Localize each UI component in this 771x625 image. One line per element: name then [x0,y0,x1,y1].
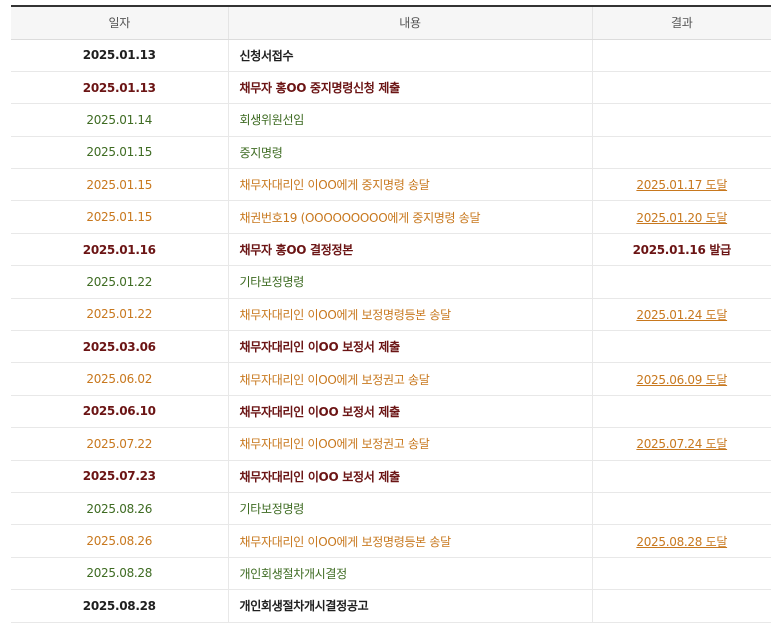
row-content: 신청서접수 [227,39,592,72]
row-content: 개인회생절차개시결정공고 [227,589,592,623]
row-content: 기타보정명령 [227,265,592,299]
table-row: 2025.08.26 채무자대리인 이OO에게 보정명령등본 송달 2025.08.… [11,524,771,558]
row-date: 2025.07.22 [11,427,228,461]
row-content: 기타보정명령 [227,492,592,526]
delivery-result-link[interactable]: 2025.08.28 도달 [636,535,727,549]
row-result-cell [591,103,771,137]
row-content: 채무자대리인 이OO에게 보정권고 송달 [227,362,592,396]
table-row: 2025.01.13 신청서접수 [11,39,771,72]
case-progress-table: 일자 내용 결과 2025.01.13 신청서접수 2025.01.13 채무자 홍O… [11,5,771,623]
table-row: 2025.03.06 채무자대리인 이OO 보정서 제출 [11,330,771,364]
issue-result-text: 2025.01.16 발급 [632,243,732,258]
row-result-cell[interactable]: 2025.01.20 도달 [591,200,771,234]
row-content: 채권번호19 (OOOOOOOOO에게 중지명령 송달 [227,200,592,234]
table-row: 2025.06.02 채무자대리인 이OO에게 보정권고 송달 2025.06.09… [11,362,771,396]
delivery-result-link[interactable]: 2025.06.09 도달 [636,373,727,387]
table-row: 2025.07.22 채무자대리인 이OO에게 보정권고 송달 2025.07.24… [11,427,771,461]
row-date: 2025.01.15 [11,200,228,234]
row-result-cell: 2025.01.16 발급 [591,233,771,267]
row-date: 2025.08.28 [11,589,228,623]
row-date: 2025.06.02 [11,362,228,396]
date-column-header: 일자 [11,5,228,40]
delivery-result-link[interactable]: 2025.01.24 도달 [636,308,727,322]
row-result-cell [591,395,771,429]
table-header: 일자 내용 결과 [11,5,771,40]
row-result-cell [591,136,771,170]
row-content: 채무자 홍OO 결정정본 [227,233,592,267]
row-content: 개인회생절차개시결정 [227,557,592,591]
row-date: 2025.01.13 [11,39,228,72]
row-date: 2025.07.23 [11,460,228,493]
delivery-result-link[interactable]: 2025.01.17 도달 [636,178,727,192]
row-date: 2025.01.22 [11,298,228,332]
table-row: 2025.08.28 개인회생절차개시결정 [11,557,771,591]
table-row: 2025.01.15 중지명령 [11,136,771,170]
row-date: 2025.01.22 [11,265,228,299]
result-column-header: 결과 [591,5,771,40]
row-date: 2025.08.26 [11,492,228,526]
table-row: 2025.01.16 채무자 홍OO 결정정본 2025.01.16 발급 [11,233,771,267]
row-content: 채무자대리인 이OO 보정서 제출 [227,330,592,364]
row-result-cell[interactable]: 2025.06.09 도달 [591,362,771,396]
table-row: 2025.08.26 기타보정명령 [11,492,771,526]
content-column-header: 내용 [227,5,592,40]
table-row: 2025.01.13 채무자 홍OO 중지명령신청 제출 [11,71,771,105]
row-result-cell [591,460,771,493]
row-date: 2025.06.10 [11,395,228,429]
row-date: 2025.01.15 [11,168,228,202]
table-row: 2025.06.10 채무자대리인 이OO 보정서 제출 [11,395,771,429]
row-result-cell [591,39,771,72]
row-date: 2025.01.15 [11,136,228,170]
row-result-cell [591,71,771,105]
table-row: 2025.01.15 채권번호19 (OOOOOOOOO에게 중지명령 송달 202… [11,200,771,234]
delivery-result-link[interactable]: 2025.01.20 도달 [636,211,727,225]
case-progress-panel: 일자 내용 결과 2025.01.13 신청서접수 2025.01.13 채무자 홍O… [11,5,771,623]
row-content: 채무자대리인 이OO에게 보정명령등본 송달 [227,298,592,332]
row-result-cell [591,330,771,364]
row-result-cell [591,265,771,299]
row-result-cell [591,492,771,526]
row-result-cell[interactable]: 2025.08.28 도달 [591,524,771,558]
row-result-cell[interactable]: 2025.01.17 도달 [591,168,771,202]
row-content: 회생위원선임 [227,103,592,137]
row-date: 2025.01.16 [11,233,228,267]
row-date: 2025.08.28 [11,557,228,591]
row-content: 채무자대리인 이OO 보정서 제출 [227,460,592,493]
table-row: 2025.01.22 기타보정명령 [11,265,771,299]
row-content: 중지명령 [227,136,592,170]
table-row: 2025.01.15 채무자대리인 이OO에게 중지명령 송달 2025.01.17… [11,168,771,202]
table-row: 2025.07.23 채무자대리인 이OO 보정서 제출 [11,460,771,493]
delivery-result-link[interactable]: 2025.07.24 도달 [636,437,727,451]
row-date: 2025.03.06 [11,330,228,364]
row-result-cell[interactable]: 2025.07.24 도달 [591,427,771,461]
table-body: 2025.01.13 신청서접수 2025.01.13 채무자 홍OO 중지명령신청 … [11,39,771,623]
row-content: 채무자대리인 이OO에게 보정명령등본 송달 [227,524,592,558]
table-row: 2025.01.22 채무자대리인 이OO에게 보정명령등본 송달 2025.01.… [11,298,771,332]
table-row: 2025.08.28 개인회생절차개시결정공고 [11,589,771,623]
row-date: 2025.01.14 [11,103,228,137]
row-content: 채무자대리인 이OO에게 보정권고 송달 [227,427,592,461]
row-date: 2025.01.13 [11,71,228,105]
row-date: 2025.08.26 [11,524,228,558]
row-content: 채무자 홍OO 중지명령신청 제출 [227,71,592,105]
row-result-cell [591,589,771,623]
row-result-cell [591,557,771,591]
row-content: 채무자대리인 이OO에게 중지명령 송달 [227,168,592,202]
header-row: 일자 내용 결과 [11,5,771,40]
table-row: 2025.01.14 회생위원선임 [11,103,771,137]
row-content: 채무자대리인 이OO 보정서 제출 [227,395,592,429]
row-result-cell[interactable]: 2025.01.24 도달 [591,298,771,332]
